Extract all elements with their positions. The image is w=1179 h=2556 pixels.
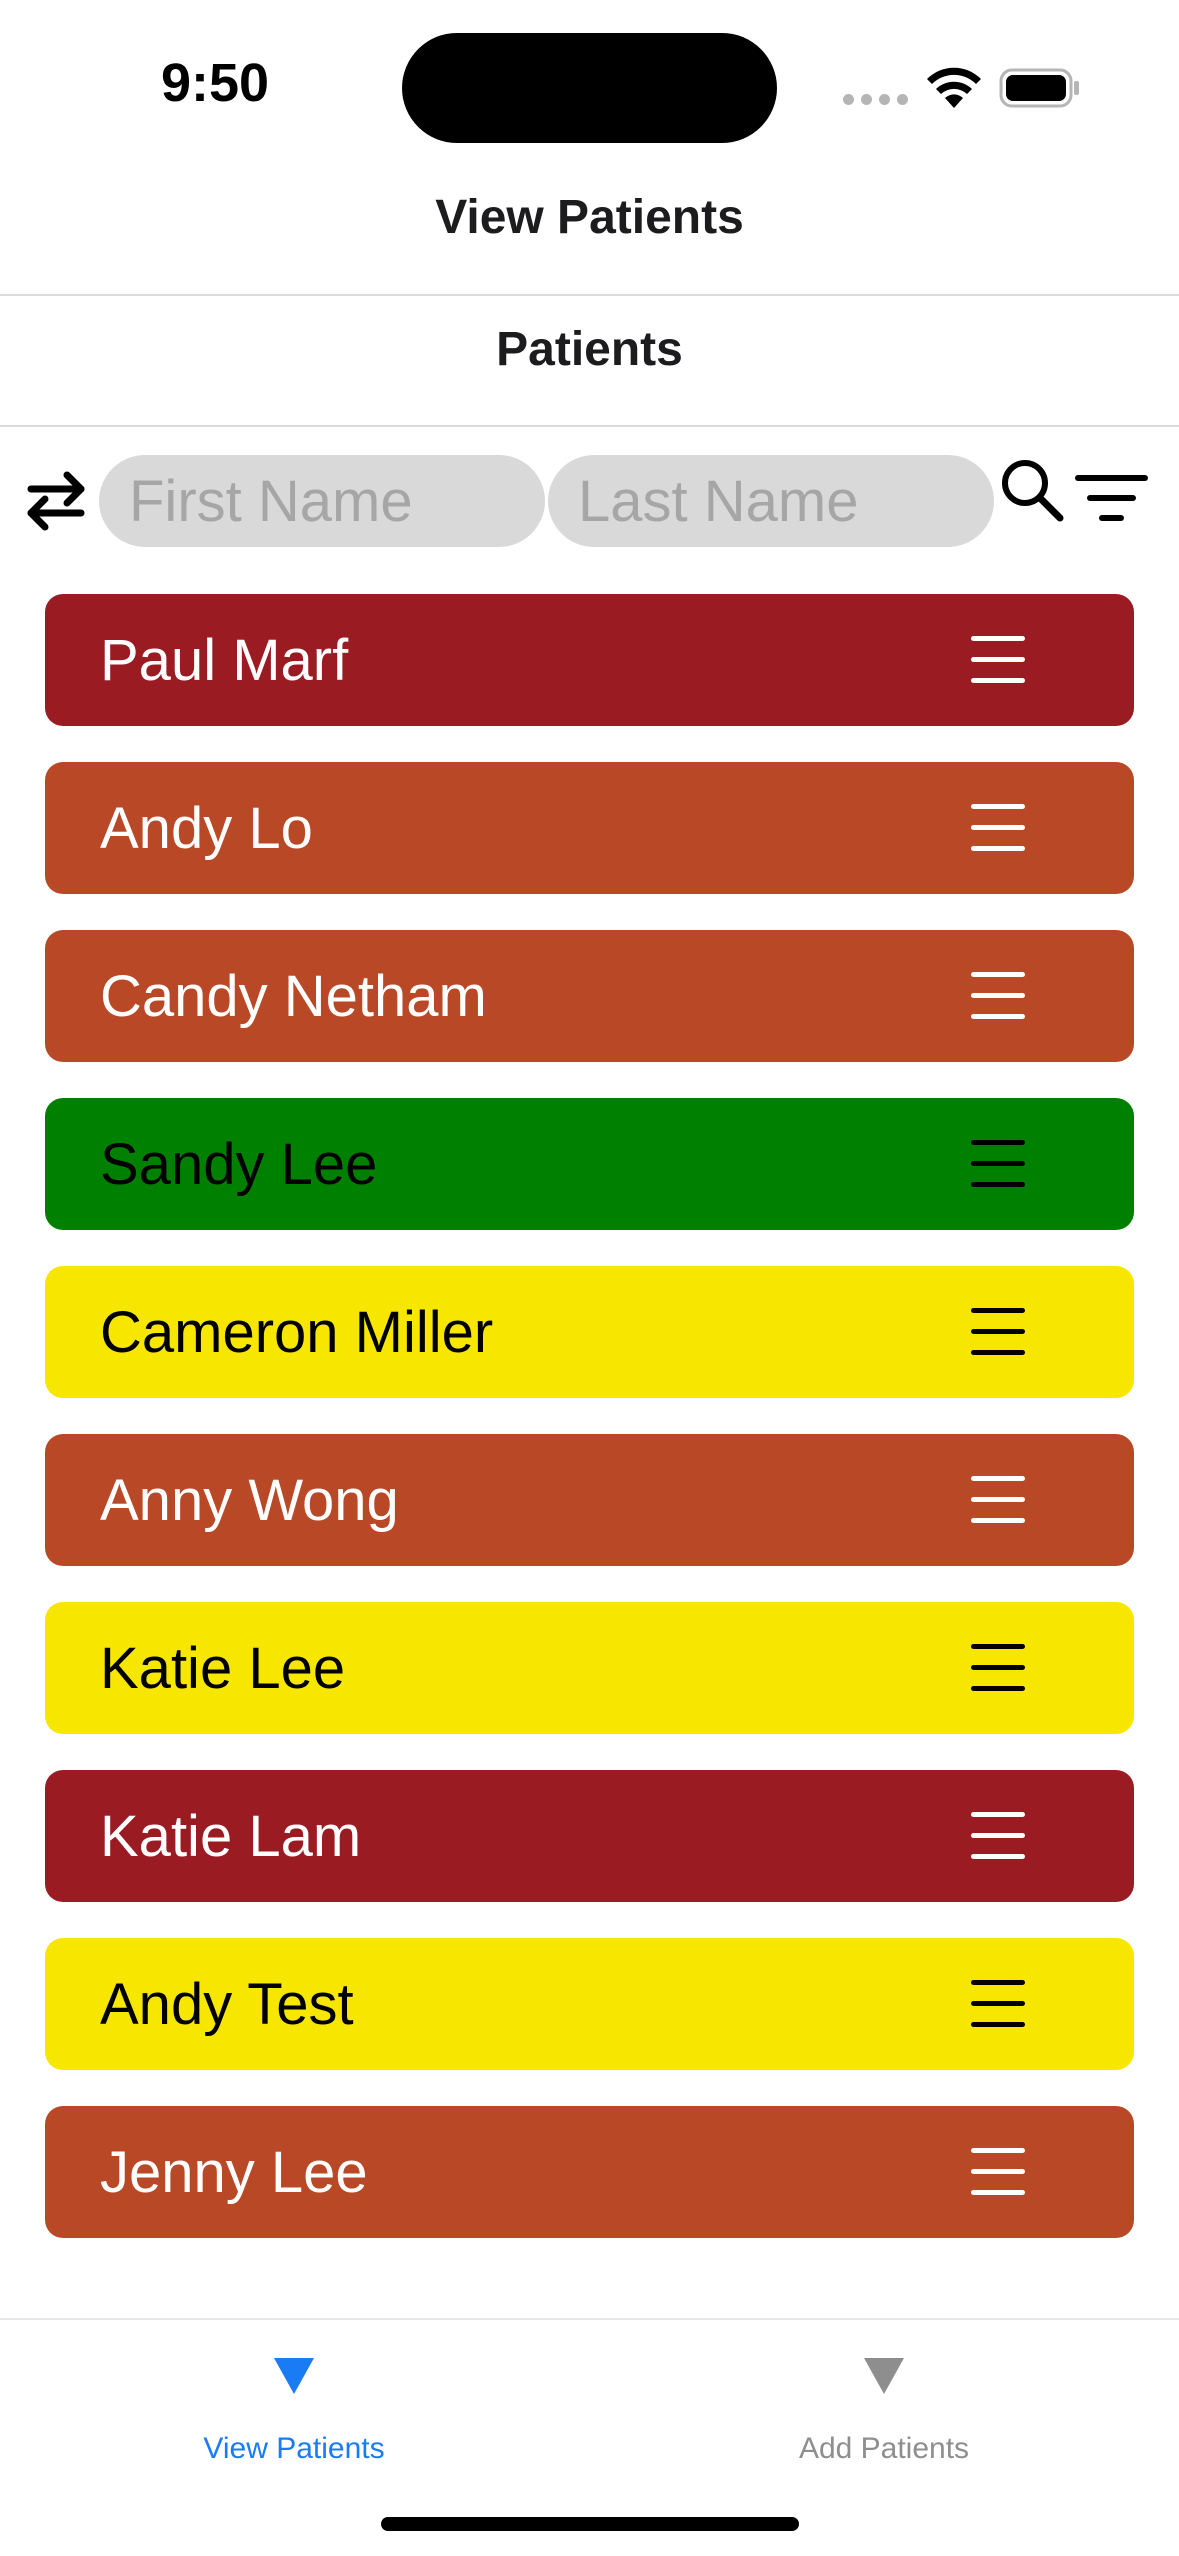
menu-icon[interactable]: [971, 1476, 1025, 1524]
tab-view-patients[interactable]: View Patients: [94, 2320, 494, 2480]
header-divider: [0, 294, 1179, 296]
wifi-icon: [927, 67, 981, 108]
home-indicator: [381, 2517, 799, 2531]
battery-icon: [999, 68, 1079, 108]
patient-row[interactable]: Paul Marf: [45, 594, 1134, 726]
patient-row[interactable]: Andy Test: [45, 1938, 1134, 2070]
patient-row[interactable]: Cameron Miller: [45, 1266, 1134, 1398]
menu-icon[interactable]: [971, 972, 1025, 1020]
signal-dots-icon: [843, 94, 908, 105]
patient-name: Cameron Miller: [100, 1299, 494, 1365]
patient-name: Candy Netham: [100, 963, 487, 1029]
menu-icon[interactable]: [971, 2148, 1025, 2196]
patient-row[interactable]: Sandy Lee: [45, 1098, 1134, 1230]
patient-row[interactable]: Anny Wong: [45, 1434, 1134, 1566]
patient-name: Andy Test: [100, 1971, 354, 2037]
patient-row[interactable]: Katie Lee: [45, 1602, 1134, 1734]
section-divider: [0, 425, 1179, 427]
menu-icon[interactable]: [971, 1140, 1025, 1188]
status-time: 9:50: [160, 53, 270, 113]
triangle-down-icon: [864, 2358, 904, 2394]
menu-icon[interactable]: [971, 1308, 1025, 1356]
patient-name: Katie Lee: [100, 1635, 346, 1701]
menu-icon[interactable]: [971, 1980, 1025, 2028]
menu-icon[interactable]: [971, 804, 1025, 852]
menu-icon[interactable]: [971, 1812, 1025, 1860]
search-icon[interactable]: [1000, 458, 1064, 522]
patient-list: Paul Marf Andy Lo Candy Netham Sandy Lee Cam…: [45, 594, 1134, 2274]
patient-row[interactable]: Jenny Lee: [45, 2106, 1134, 2238]
patient-name: Anny Wong: [100, 1467, 399, 1533]
status-bar: 9:50: [0, 0, 1179, 170]
patient-name: Jenny Lee: [100, 2139, 368, 2205]
triangle-down-icon: [274, 2358, 314, 2394]
tab-add-patients[interactable]: Add Patients: [684, 2320, 1084, 2480]
patient-row[interactable]: Katie Lam: [45, 1770, 1134, 1902]
first-name-input[interactable]: [99, 455, 545, 547]
menu-icon[interactable]: [971, 636, 1025, 684]
filter-icon[interactable]: [1074, 472, 1149, 524]
swap-icon[interactable]: [25, 465, 87, 537]
section-title: Patients: [496, 323, 683, 376]
patient-name: Paul Marf: [100, 627, 349, 693]
last-name-input[interactable]: [548, 455, 994, 547]
patient-name: Andy Lo: [100, 795, 313, 861]
tab-label: Add Patients: [798, 2432, 970, 2465]
patient-name: Katie Lam: [100, 1803, 362, 1869]
patient-row[interactable]: Andy Lo: [45, 762, 1134, 894]
menu-icon[interactable]: [971, 1644, 1025, 1692]
tab-label: View Patients: [203, 2432, 385, 2465]
patient-name: Sandy Lee: [100, 1131, 378, 1197]
page-title: View Patients: [435, 191, 744, 244]
dynamic-island: [402, 33, 777, 143]
patient-row[interactable]: Candy Netham: [45, 930, 1134, 1062]
